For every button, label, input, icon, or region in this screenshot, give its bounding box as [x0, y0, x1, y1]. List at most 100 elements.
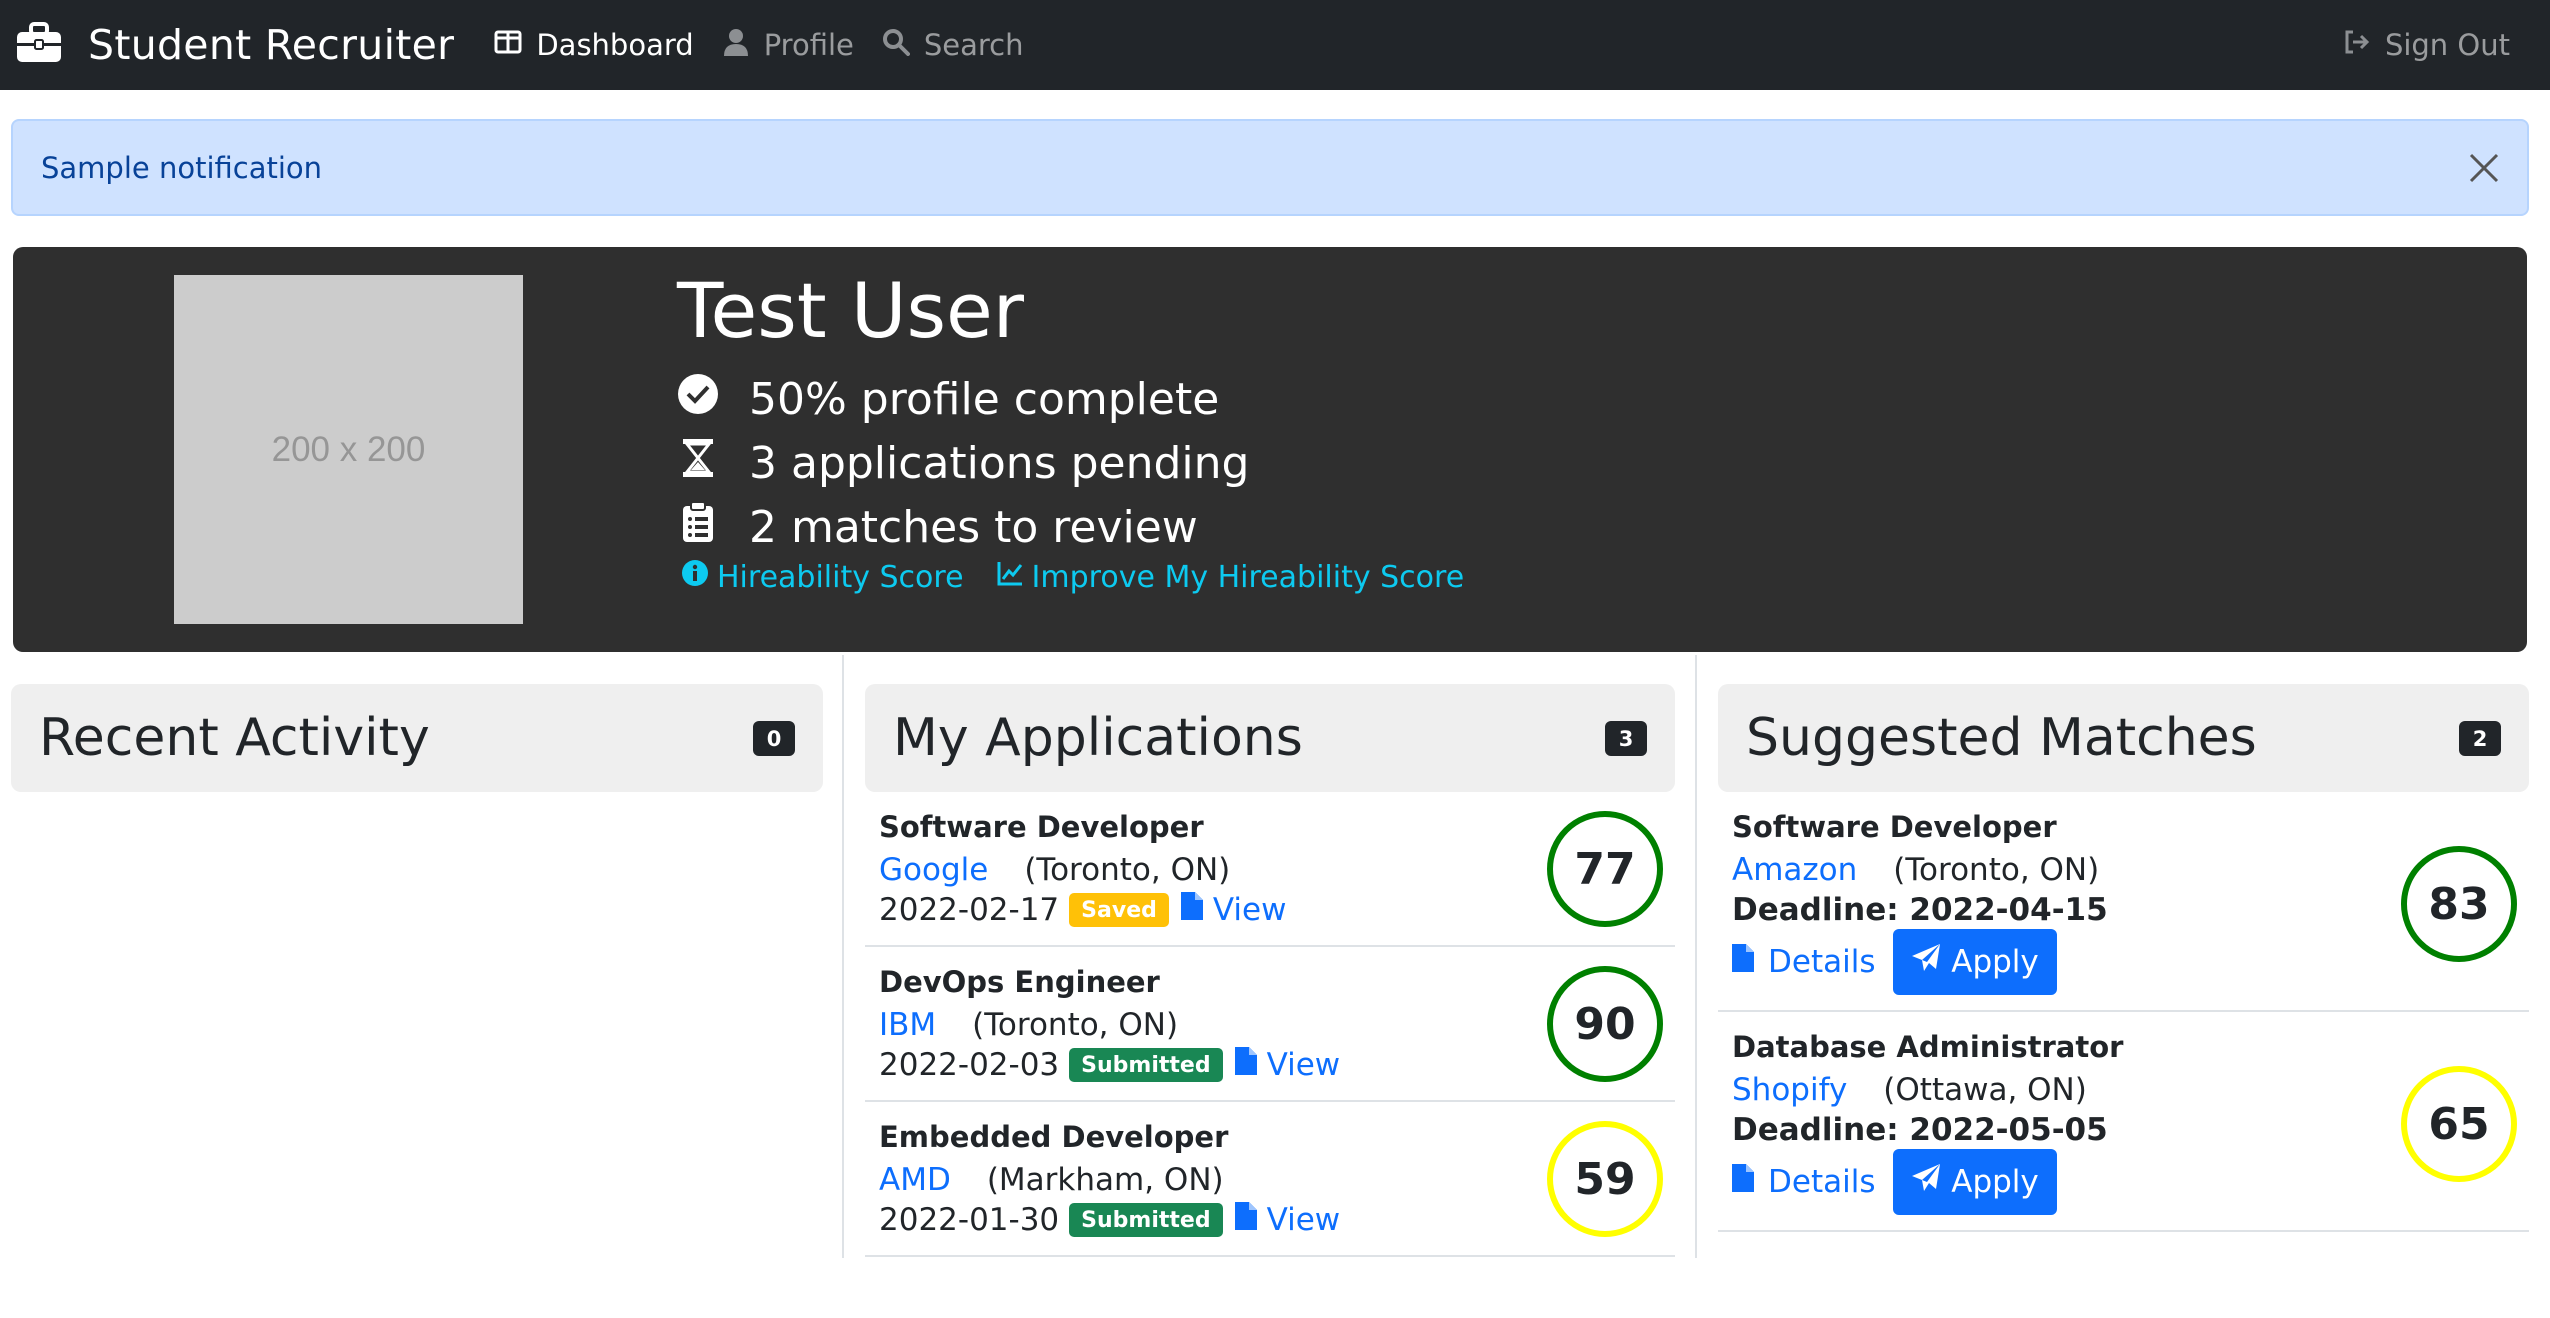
match-score: 65 — [2401, 1066, 2517, 1182]
file-icon — [1234, 1202, 1267, 1238]
column-divider — [1695, 655, 1697, 1258]
company-link[interactable]: IBM — [879, 1007, 936, 1043]
match-score: 77 — [1547, 811, 1663, 927]
hireability-score-link[interactable]: Hireability Score — [681, 559, 964, 595]
application-meta: 2022-02-03 Submitted View — [879, 1047, 1340, 1083]
stat-text: 50% profile complete — [749, 374, 1220, 425]
application-meta: 2022-02-17 Saved View — [879, 892, 1286, 928]
details-link[interactable]: Details — [1732, 1164, 1875, 1200]
match-item: Software Developer Amazon (Toronto, ON) … — [1718, 792, 2529, 1012]
file-icon — [1732, 944, 1768, 980]
job-title: Embedded Developer — [879, 1120, 1229, 1154]
deadline: Deadline: 2022-04-15 — [1732, 892, 2108, 928]
clipboard-icon — [677, 501, 749, 554]
match-score: 83 — [2401, 846, 2517, 962]
sign-out-icon — [2343, 28, 2385, 63]
app-title: Student Recruiter — [88, 21, 455, 69]
hero-links: Hireability Score Improve My Hireability… — [681, 559, 1496, 595]
avatar-placeholder-text: 200 x 200 — [271, 429, 426, 469]
brand[interactable]: Student Recruiter — [16, 21, 454, 69]
view-link[interactable]: View — [1234, 1202, 1341, 1238]
nav-dashboard[interactable]: Dashboard — [494, 28, 694, 63]
nav-search-label: Search — [923, 28, 1024, 62]
recent-activity-title: Recent Activity — [39, 708, 430, 768]
job-title: Software Developer — [879, 810, 1204, 844]
navbar: Student Recruiter Dashboard Profile Sear… — [0, 0, 2550, 90]
stat-text: 3 applications pending — [749, 438, 1250, 489]
suggested-matches-header: Suggested Matches 2 — [1718, 684, 2529, 792]
company-link[interactable]: AMD — [879, 1162, 951, 1198]
close-icon[interactable] — [2467, 151, 2501, 185]
job-title: DevOps Engineer — [879, 965, 1160, 999]
stat-profile-complete: 50% profile complete — [677, 373, 1219, 426]
recent-activity-header: Recent Activity 0 — [11, 684, 823, 792]
applications-header: My Applications 3 — [865, 684, 1675, 792]
suggested-matches-count: 2 — [2459, 721, 2501, 756]
paper-plane-icon — [1911, 1163, 1951, 1201]
notification-alert: Sample notification — [11, 119, 2529, 216]
details-link[interactable]: Details — [1732, 944, 1875, 980]
job-title: Software Developer — [1732, 810, 2057, 844]
status-badge: Saved — [1069, 893, 1169, 927]
company-link[interactable]: Google — [879, 852, 988, 888]
file-icon — [1234, 1047, 1267, 1083]
improve-hireability-link[interactable]: Improve My Hireability Score — [996, 559, 1465, 595]
view-label: View — [1212, 892, 1287, 928]
match-item: Database Administrator Shopify (Ottawa, … — [1718, 1012, 2529, 1232]
match-score: 59 — [1547, 1121, 1663, 1237]
details-label: Details — [1768, 1164, 1876, 1200]
nav-dashboard-label: Dashboard — [536, 28, 694, 62]
sign-out-link[interactable]: Sign Out — [2343, 0, 2510, 90]
match-score: 90 — [1547, 966, 1663, 1082]
status-badge: Submitted — [1069, 1048, 1223, 1082]
chart-line-icon — [996, 559, 1032, 595]
job-location: (Markham, ON) — [986, 1162, 1224, 1198]
avatar: 200 x 200 — [174, 275, 523, 624]
job-company-row: IBM (Toronto, ON) — [879, 1007, 1178, 1043]
dashboard-icon — [494, 28, 536, 63]
application-date: 2022-02-03 — [879, 1047, 1060, 1083]
alert-text: Sample notification — [41, 150, 323, 185]
job-company-row: AMD (Markham, ON) — [879, 1162, 1224, 1198]
column-divider — [842, 655, 844, 1258]
application-date: 2022-02-17 — [879, 892, 1060, 928]
view-link[interactable]: View — [1180, 892, 1287, 928]
job-location: (Toronto, ON) — [972, 1007, 1179, 1043]
application-meta: 2022-01-30 Submitted View — [879, 1202, 1340, 1238]
application-item: DevOps Engineer IBM (Toronto, ON) 2022-0… — [865, 947, 1675, 1102]
deadline: Deadline: 2022-05-05 — [1732, 1112, 2108, 1148]
application-item: Embedded Developer AMD (Markham, ON) 202… — [865, 1102, 1675, 1257]
stat-applications-pending: 3 applications pending — [677, 437, 1249, 490]
hireability-score-label: Hireability Score — [717, 559, 964, 595]
search-icon — [882, 28, 924, 63]
job-location: (Toronto, ON) — [1024, 852, 1231, 888]
nav-search[interactable]: Search — [882, 28, 1024, 63]
nav-profile[interactable]: Profile — [722, 28, 854, 63]
view-label: View — [1266, 1047, 1341, 1083]
view-label: View — [1266, 1202, 1341, 1238]
info-icon — [681, 559, 717, 595]
apply-label: Apply — [1951, 1164, 2039, 1200]
file-icon — [1732, 1164, 1768, 1200]
apply-button[interactable]: Apply — [1893, 929, 2057, 995]
file-icon — [1180, 892, 1213, 928]
apply-button[interactable]: Apply — [1893, 1149, 2057, 1215]
suggested-matches-title: Suggested Matches — [1746, 708, 2257, 768]
stat-matches-review: 2 matches to review — [677, 501, 1198, 554]
job-company-row: Amazon (Toronto, ON) — [1732, 852, 2099, 888]
apply-label: Apply — [1951, 944, 2039, 980]
status-badge: Submitted — [1069, 1203, 1223, 1237]
company-link[interactable]: Amazon — [1732, 852, 1857, 888]
hourglass-icon — [677, 437, 749, 490]
company-link[interactable]: Shopify — [1732, 1072, 1847, 1108]
view-link[interactable]: View — [1234, 1047, 1341, 1083]
sign-out-label: Sign Out — [2384, 28, 2510, 62]
job-title: Database Administrator — [1732, 1030, 2124, 1064]
applications-count: 3 — [1605, 721, 1647, 756]
user-icon — [722, 28, 764, 63]
job-company-row: Shopify (Ottawa, ON) — [1732, 1072, 2087, 1108]
improve-hireability-label: Improve My Hireability Score — [1031, 559, 1465, 595]
stat-text: 2 matches to review — [749, 502, 1198, 553]
application-date: 2022-01-30 — [879, 1202, 1060, 1238]
recent-activity-count: 0 — [753, 721, 795, 756]
